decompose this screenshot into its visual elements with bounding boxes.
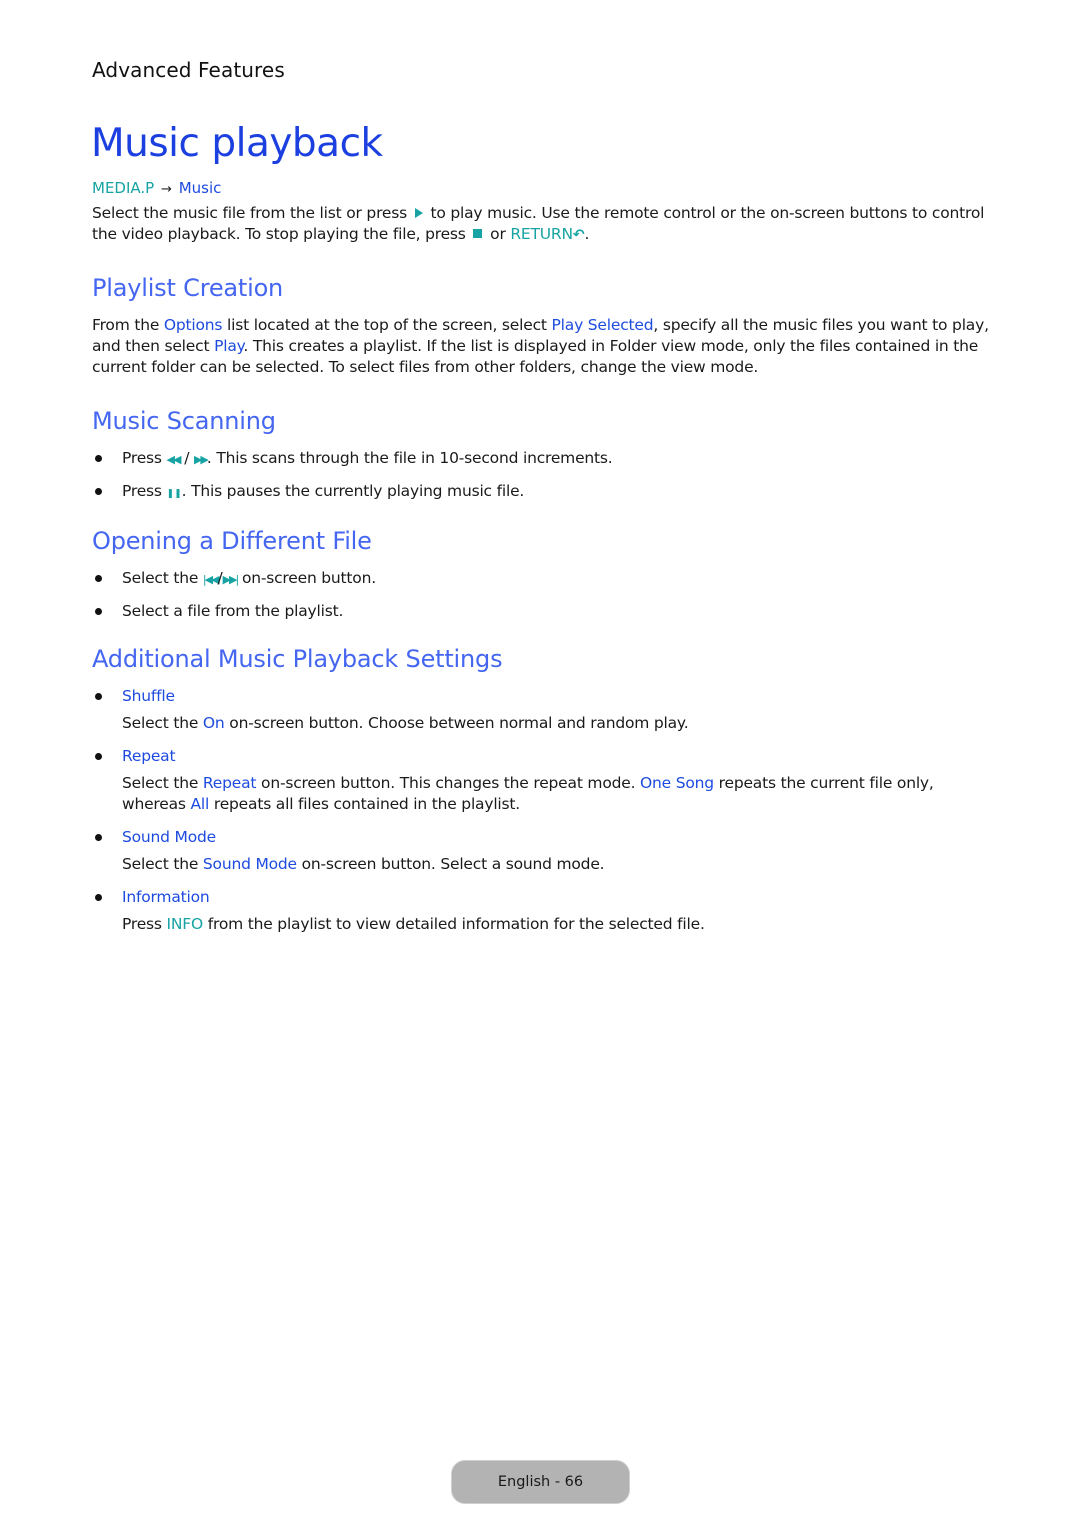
list-item: Select the |◀◀/▶▶| on-screen button. — [92, 568, 992, 590]
list-item: Press ❚❚. This pauses the currently play… — [92, 481, 992, 505]
text: Press — [122, 915, 162, 933]
section-heading-opening-different-file: Opening a Different File — [92, 527, 372, 555]
text: from the playlist to view detailed infor… — [207, 915, 705, 933]
main-content: MEDIA.P → Music Select the music file fr… — [92, 178, 992, 935]
text: Select the — [122, 855, 199, 873]
return-icon: ↶ — [572, 227, 585, 243]
keyword-play: Play — [214, 337, 244, 355]
section-heading-playlist-creation: Playlist Creation — [92, 274, 284, 302]
keyword-info: INFO — [166, 915, 204, 933]
text: on-screen button. Choose between normal … — [229, 714, 689, 732]
text: Select the — [122, 714, 199, 732]
keyword-repeat: Repeat — [202, 774, 257, 792]
return-key: RETURN — [510, 225, 573, 243]
keyword-options: Options — [163, 316, 223, 334]
setting-item-shuffle: Shuffle — [92, 686, 992, 707]
text: on-screen button. This changes the repea… — [261, 774, 636, 792]
keyword-one-song: One Song — [640, 774, 714, 792]
setting-description: Select the On on-screen button. Choose b… — [92, 713, 992, 734]
breadcrumb-source: MEDIA.P — [92, 179, 155, 197]
list-item: Press ◀◀ / ▶▶. This scans through the fi… — [92, 448, 992, 470]
text: / — [184, 449, 190, 467]
text: on-screen button. — [241, 569, 376, 587]
previous-track-icon: |◀◀ — [202, 573, 220, 586]
play-icon — [414, 208, 423, 218]
playlist-paragraph: From the Options list located at the top… — [92, 315, 992, 378]
section-heading-music-scanning: Music Scanning — [92, 407, 276, 435]
fast-forward-icon: ▶▶ — [193, 453, 209, 466]
page-number-badge: English - 66 — [451, 1460, 630, 1504]
next-track-icon: ▶▶| — [222, 573, 240, 586]
setting-description: Select the Sound Mode on-screen button. … — [92, 854, 992, 875]
text: From the — [92, 316, 160, 334]
text: . This scans through the file in 10-seco… — [206, 449, 613, 467]
page-number-label: English - 66 — [497, 1474, 584, 1490]
keyword-sound-mode: Sound Mode — [202, 855, 297, 873]
text: repeats all files contained in the playl… — [213, 795, 521, 813]
setting-description: Press INFO from the playlist to view det… — [92, 914, 992, 935]
text: Press — [122, 482, 162, 500]
setting-label: Sound Mode — [122, 828, 216, 846]
setting-label: Repeat — [122, 747, 176, 765]
setting-item-sound-mode: Sound Mode — [92, 827, 992, 848]
text: on-screen button. Select a sound mode. — [301, 855, 605, 873]
different-file-list: Select the |◀◀/▶▶| on-screen button. Sel… — [92, 568, 992, 622]
keyword-on: On — [202, 714, 225, 732]
text: list located at the top of the screen, s… — [227, 316, 547, 334]
intro-text: or — [490, 225, 506, 243]
list-item: Select a file from the playlist. — [92, 601, 992, 622]
chapter-title: Advanced Features — [92, 58, 285, 82]
keyword-all: All — [190, 795, 210, 813]
setting-item-information: Information — [92, 887, 992, 908]
text: Select the — [122, 774, 199, 792]
setting-description: Select the Repeat on-screen button. This… — [92, 773, 992, 815]
settings-list: Shuffle Select the On on-screen button. … — [92, 686, 992, 935]
scanning-list: Press ◀◀ / ▶▶. This scans through the fi… — [92, 448, 992, 505]
setting-label: Shuffle — [122, 687, 175, 705]
text: . This pauses the currently playing musi… — [181, 482, 525, 500]
keyword-play-selected: Play Selected — [551, 316, 654, 334]
text: Press — [122, 449, 162, 467]
pause-icon: ❚❚ — [166, 489, 182, 499]
page-title: Music playback — [91, 121, 383, 166]
arrow-right-icon: → — [161, 182, 172, 197]
text: Select a file from the playlist. — [122, 602, 344, 620]
intro-text: . — [584, 225, 590, 243]
section-heading-additional-settings: Additional Music Playback Settings — [92, 645, 503, 673]
setting-item-repeat: Repeat — [92, 746, 992, 767]
intro-paragraph: Select the music file from the list or p… — [92, 203, 992, 246]
intro-text: Select the music file from the list or p… — [92, 204, 407, 222]
rewind-icon: ◀◀ — [166, 453, 182, 466]
text: Select the — [122, 569, 199, 587]
breadcrumb: MEDIA.P → Music — [92, 178, 992, 200]
breadcrumb-target: Music — [178, 179, 222, 197]
stop-icon — [473, 229, 483, 238]
setting-label: Information — [122, 888, 210, 906]
